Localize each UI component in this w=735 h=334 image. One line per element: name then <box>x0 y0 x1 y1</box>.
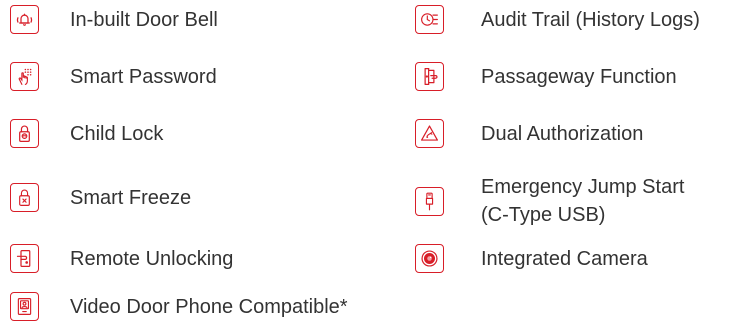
feature-child-lock: Child Lock <box>10 119 163 148</box>
feature-label-multiline: Emergency Jump Start (C-Type USB) <box>481 173 735 229</box>
history-log-icon <box>415 5 444 34</box>
feature-audit-trail: Audit Trail (History Logs) <box>415 5 700 34</box>
feature-dual-authorization: Dual Authorization <box>415 119 643 148</box>
feature-label-line1: Emergency Jump Start <box>481 176 685 198</box>
feature-label-line2: (C-Type USB) <box>481 204 606 226</box>
feature-integrated-camera: Integrated Camera <box>415 244 648 273</box>
feature-label: Remote Unlocking <box>70 247 234 270</box>
feature-passageway: Passageway Function <box>415 62 677 91</box>
dual-authorization-icon <box>415 119 444 148</box>
freeze-lock-icon <box>10 183 39 212</box>
door-bell-icon <box>10 5 39 34</box>
keypad-touch-icon <box>10 62 39 91</box>
video-door-phone-icon <box>10 292 39 321</box>
feature-smart-freeze: Smart Freeze <box>10 183 191 212</box>
feature-door-bell: In-built Door Bell <box>10 5 218 34</box>
feature-label: Video Door Phone Compatible* <box>70 295 348 318</box>
feature-smart-password: Smart Password <box>10 62 217 91</box>
child-lock-icon <box>10 119 39 148</box>
remote-unlock-icon <box>10 244 39 273</box>
camera-icon <box>415 244 444 273</box>
feature-label: Passageway Function <box>481 65 677 88</box>
feature-remote-unlocking: Remote Unlocking <box>10 244 233 273</box>
feature-emergency-jump-start: Emergency Jump Start (C-Type USB) <box>415 173 735 229</box>
feature-label: Integrated Camera <box>481 247 648 270</box>
feature-label: In-built Door Bell <box>70 8 218 31</box>
feature-label: Audit Trail (History Logs) <box>481 8 700 31</box>
usb-c-icon <box>415 186 444 216</box>
feature-label: Dual Authorization <box>481 122 644 145</box>
feature-label: Smart Password <box>70 65 217 88</box>
passageway-door-icon <box>415 62 444 91</box>
feature-label: Child Lock <box>70 122 164 145</box>
feature-label: Smart Freeze <box>70 186 192 209</box>
feature-video-door-phone: Video Door Phone Compatible* <box>10 292 348 321</box>
